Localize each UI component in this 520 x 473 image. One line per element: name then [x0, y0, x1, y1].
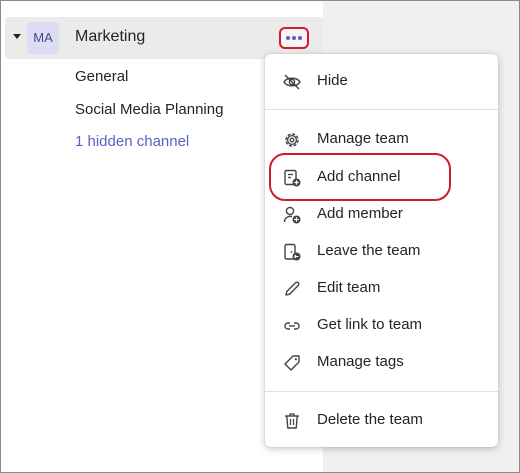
teams-panel: MA Marketing General Social Media Planni…	[0, 0, 520, 473]
menu-item-label: Hide	[317, 72, 348, 89]
menu-item-get-link[interactable]: Get link to team	[265, 308, 498, 344]
menu-item-delete-team[interactable]: Delete the team	[265, 403, 498, 439]
team-options-menu: Hide Manage team Add channel Add member …	[265, 54, 498, 447]
channel-social-media-planning[interactable]: Social Media Planning	[75, 101, 223, 118]
menu-item-label: Add member	[317, 205, 403, 222]
menu-item-manage-team[interactable]: Manage team	[265, 122, 498, 158]
menu-item-add-channel[interactable]: Add channel	[265, 160, 498, 196]
ellipsis-icon-dot	[298, 36, 302, 40]
link-icon	[284, 322, 300, 330]
team-avatar: MA	[27, 22, 59, 54]
more-options-button[interactable]	[279, 27, 309, 49]
tag-icon	[284, 355, 300, 371]
add-channel-icon	[284, 169, 301, 187]
menu-item-label: Edit team	[317, 279, 381, 296]
hidden-channels-link[interactable]: 1 hidden channel	[75, 133, 189, 150]
menu-item-label: Get link to team	[317, 316, 423, 333]
menu-item-leave-team[interactable]: Leave the team	[265, 234, 498, 270]
menu-item-label: Add channel	[317, 168, 401, 185]
caret-down-icon[interactable]	[13, 34, 21, 39]
team-row-marketing[interactable]: MA Marketing	[5, 17, 323, 59]
pencil-icon	[285, 281, 300, 296]
menu-item-hide[interactable]: Hide	[265, 64, 498, 100]
channel-general[interactable]: General	[75, 68, 128, 85]
team-name: Marketing	[75, 28, 146, 45]
menu-item-manage-tags[interactable]: Manage tags	[265, 345, 498, 381]
menu-item-edit-team[interactable]: Edit team	[265, 271, 498, 307]
ellipsis-icon-dot	[292, 36, 296, 40]
menu-item-add-member[interactable]: Add member	[265, 197, 498, 233]
trash-icon	[285, 413, 299, 429]
gear-icon	[285, 133, 299, 147]
ellipsis-icon	[286, 36, 290, 40]
menu-item-label: Delete the team	[317, 411, 423, 428]
menu-item-label: Manage team	[317, 130, 409, 147]
eye-off-icon	[283, 74, 301, 90]
menu-item-label: Manage tags	[317, 353, 404, 370]
menu-divider	[265, 391, 498, 392]
leave-icon	[284, 243, 301, 261]
menu-item-label: Leave the team	[317, 242, 421, 259]
add-person-icon	[283, 206, 301, 224]
menu-divider	[265, 109, 498, 110]
